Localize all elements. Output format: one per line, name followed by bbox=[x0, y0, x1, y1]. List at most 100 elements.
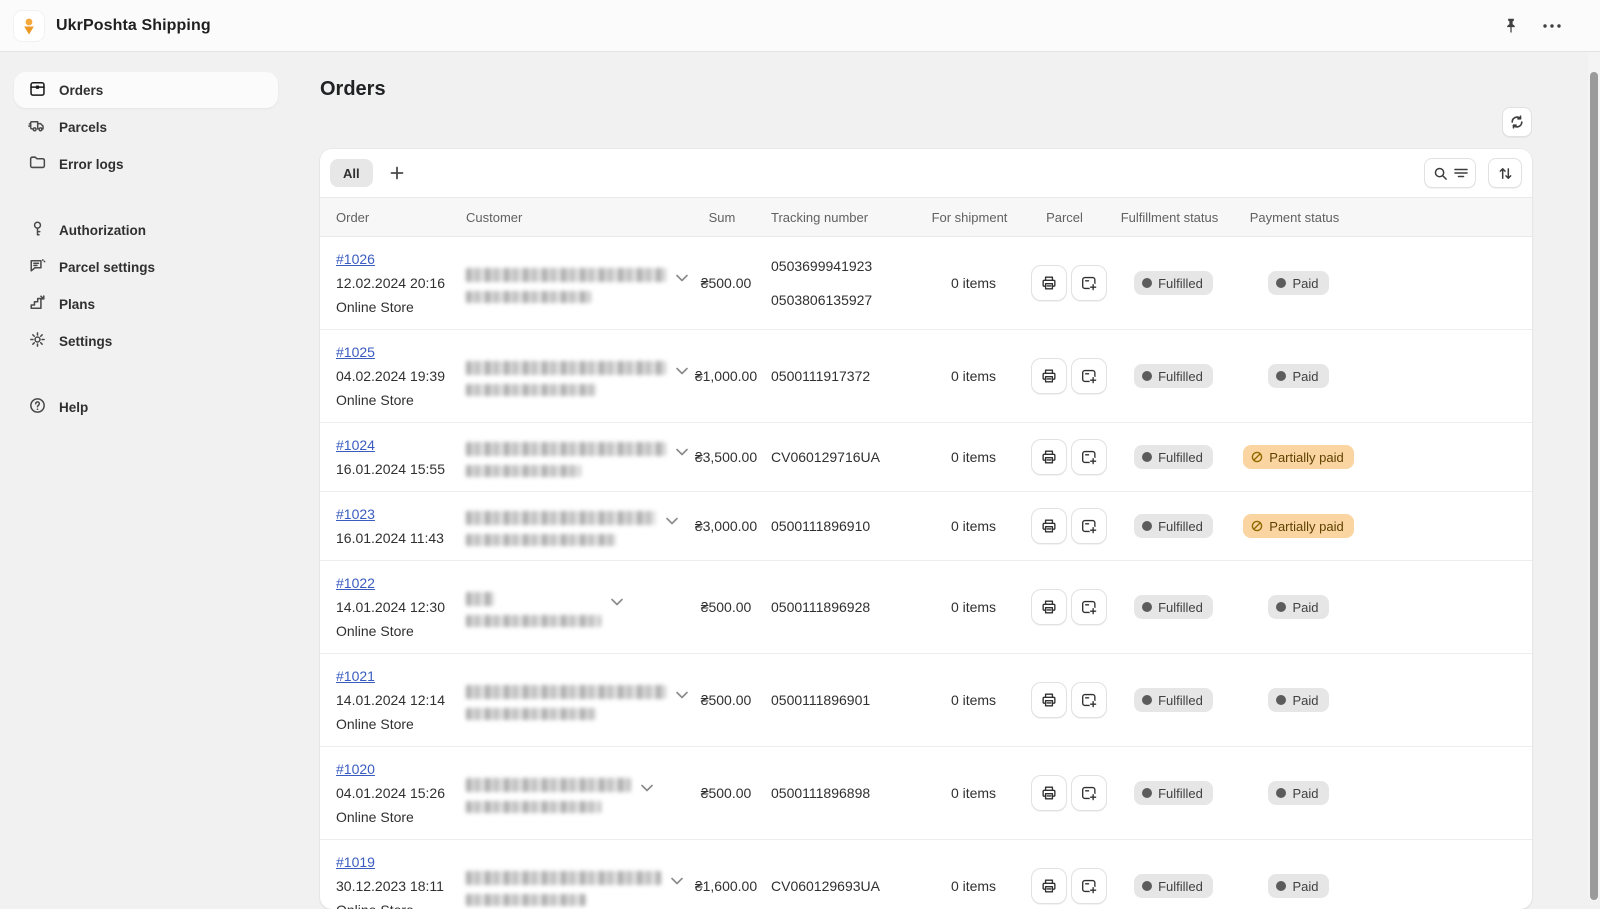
printer-icon bbox=[1040, 598, 1058, 616]
add-view-button[interactable] bbox=[383, 159, 411, 187]
sidebar-item-error-logs[interactable]: Error logs bbox=[14, 146, 278, 182]
customer-name-redacted bbox=[466, 778, 631, 792]
col-customer: Customer bbox=[466, 210, 681, 225]
customer-name-redacted bbox=[466, 511, 656, 525]
for-shipment-count: 0 items bbox=[926, 449, 1021, 465]
order-sum: ₴1,600.00 bbox=[681, 878, 771, 894]
payment-status-badge: Paid bbox=[1268, 874, 1328, 898]
sidebar-item-plans[interactable]: Plans bbox=[14, 286, 278, 322]
create-parcel-button[interactable] bbox=[1071, 775, 1107, 811]
order-row: #1025 04.02.2024 19:39 Online Store ₴1,0… bbox=[320, 330, 1532, 423]
payment-status-badge: Paid bbox=[1268, 781, 1328, 805]
sort-button[interactable] bbox=[1488, 158, 1522, 188]
create-parcel-button[interactable] bbox=[1071, 439, 1107, 475]
page-title: Orders bbox=[320, 78, 1532, 101]
status-dot-icon bbox=[1142, 602, 1152, 612]
payment-status-badge: Paid bbox=[1268, 595, 1328, 619]
pin-icon[interactable] bbox=[1502, 17, 1520, 35]
col-tracking: Tracking number bbox=[771, 210, 926, 225]
order-source: Online Store bbox=[336, 295, 466, 319]
create-parcel-button[interactable] bbox=[1071, 682, 1107, 718]
payment-status-badge: Paid bbox=[1268, 688, 1328, 712]
order-sum: ₴500.00 bbox=[681, 599, 771, 615]
person-pin-icon bbox=[18, 15, 40, 37]
sidebar-item-settings[interactable]: Settings bbox=[14, 323, 278, 359]
create-parcel-button[interactable] bbox=[1071, 358, 1107, 394]
question-circle-icon bbox=[28, 396, 47, 418]
order-link[interactable]: #1019 bbox=[336, 854, 375, 870]
printer-icon bbox=[1040, 784, 1058, 802]
print-label-button[interactable] bbox=[1031, 775, 1067, 811]
status-dot-icon bbox=[1276, 788, 1286, 798]
customer-redacted bbox=[466, 357, 666, 396]
refresh-icon bbox=[1509, 114, 1525, 130]
topbar: UkrPoshta Shipping bbox=[0, 0, 1600, 52]
create-parcel-button[interactable] bbox=[1071, 589, 1107, 625]
scrollbar-thumb[interactable] bbox=[1590, 72, 1598, 900]
order-date: 30.12.2023 18:11 bbox=[336, 874, 466, 898]
order-row: #1020 04.01.2024 15:26 Online Store ₴500… bbox=[320, 747, 1532, 840]
sidebar-item-orders[interactable]: Orders bbox=[14, 72, 278, 108]
order-link[interactable]: #1020 bbox=[336, 761, 375, 777]
print-label-button[interactable] bbox=[1031, 682, 1067, 718]
tracking-numbers: 0500111896901 bbox=[771, 690, 926, 710]
col-fulfillment: Fulfillment status bbox=[1116, 210, 1231, 225]
order-source: Online Store bbox=[336, 712, 466, 736]
print-label-button[interactable] bbox=[1031, 358, 1067, 394]
printer-icon bbox=[1040, 448, 1058, 466]
stairs-up-icon bbox=[28, 293, 47, 315]
customer-redacted bbox=[466, 681, 666, 720]
order-row: #1022 14.01.2024 12:30 Online Store ₴500… bbox=[320, 561, 1532, 654]
fulfillment-status-badge: Fulfilled bbox=[1134, 874, 1213, 898]
orders-box-icon bbox=[28, 79, 47, 101]
order-date: 16.01.2024 11:43 bbox=[336, 526, 466, 550]
for-shipment-count: 0 items bbox=[926, 368, 1021, 384]
order-link[interactable]: #1026 bbox=[336, 251, 375, 267]
print-label-button[interactable] bbox=[1031, 439, 1067, 475]
order-date: 04.01.2024 15:26 bbox=[336, 781, 466, 805]
create-parcel-button[interactable] bbox=[1071, 508, 1107, 544]
customer-phone-redacted bbox=[466, 534, 616, 546]
create-parcel-button[interactable] bbox=[1071, 868, 1107, 904]
print-label-button[interactable] bbox=[1031, 508, 1067, 544]
order-date: 16.01.2024 15:55 bbox=[336, 457, 466, 481]
expand-customer-chevron-down-icon[interactable] bbox=[611, 594, 623, 609]
order-date: 12.02.2024 20:16 bbox=[336, 271, 466, 295]
key-icon bbox=[28, 219, 47, 241]
for-shipment-count: 0 items bbox=[926, 275, 1021, 291]
order-link[interactable]: #1021 bbox=[336, 668, 375, 684]
order-link[interactable]: #1024 bbox=[336, 437, 375, 453]
for-shipment-count: 0 items bbox=[926, 785, 1021, 801]
print-label-button[interactable] bbox=[1031, 265, 1067, 301]
customer-redacted bbox=[466, 507, 656, 546]
customer-name-redacted bbox=[466, 685, 666, 699]
customer-redacted bbox=[466, 774, 631, 813]
search-and-filter-button[interactable] bbox=[1424, 158, 1476, 188]
more-menu-ellipsis-icon[interactable] bbox=[1542, 23, 1562, 29]
sidebar-item-parcels[interactable]: Parcels bbox=[14, 109, 278, 145]
print-label-button[interactable] bbox=[1031, 868, 1067, 904]
expand-customer-chevron-down-icon[interactable] bbox=[666, 513, 678, 528]
order-link[interactable]: #1025 bbox=[336, 344, 375, 360]
order-date: 14.01.2024 12:14 bbox=[336, 688, 466, 712]
customer-name-redacted bbox=[466, 871, 661, 885]
sidebar-item-authorization[interactable]: Authorization bbox=[14, 212, 278, 248]
print-label-button[interactable] bbox=[1031, 589, 1067, 625]
order-link[interactable]: #1023 bbox=[336, 506, 375, 522]
status-dot-icon bbox=[1276, 695, 1286, 705]
order-link[interactable]: #1022 bbox=[336, 575, 375, 591]
printer-icon bbox=[1040, 274, 1058, 292]
col-payment: Payment status bbox=[1231, 210, 1366, 225]
create-parcel-button[interactable] bbox=[1071, 265, 1107, 301]
payment-status-badge: Partially paid bbox=[1243, 445, 1353, 469]
status-dot-icon bbox=[1142, 371, 1152, 381]
tab-all[interactable]: All bbox=[330, 159, 373, 187]
sidebar-item-parcel-settings[interactable]: Parcel settings bbox=[14, 249, 278, 285]
refresh-button[interactable] bbox=[1502, 107, 1532, 137]
app-title: UkrPoshta Shipping bbox=[56, 17, 211, 35]
status-dot-icon bbox=[1142, 521, 1152, 531]
printer-icon bbox=[1040, 877, 1058, 895]
customer-phone-redacted bbox=[466, 465, 581, 477]
sidebar-item-help[interactable]: Help bbox=[14, 389, 278, 425]
expand-customer-chevron-down-icon[interactable] bbox=[641, 780, 653, 795]
